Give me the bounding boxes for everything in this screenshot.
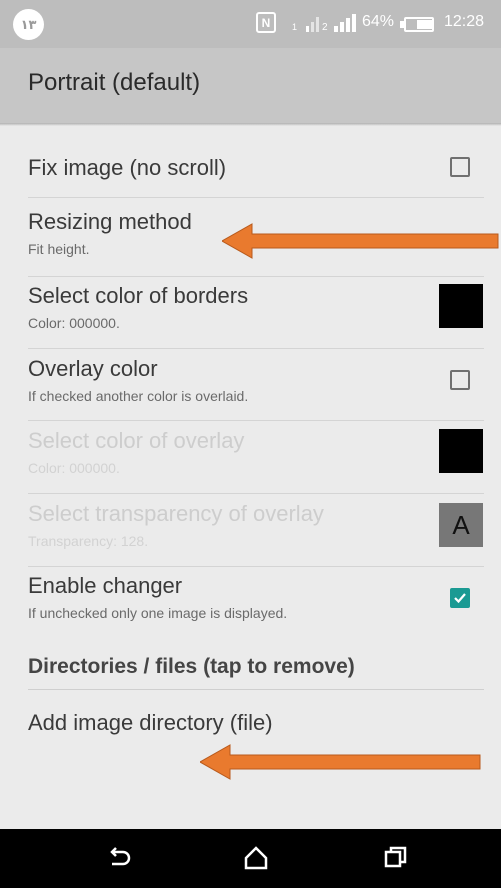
screen-header: Portrait (default) — [0, 48, 501, 123]
battery-fill — [417, 20, 432, 29]
pref-title: Fix image (no scroll) — [28, 155, 227, 180]
pref-fix-image[interactable]: Fix image (no scroll) — [28, 155, 468, 181]
overlay-color-checkbox[interactable] — [450, 370, 470, 390]
page-title: Portrait (default) — [28, 69, 201, 96]
signal-strength-icon: 2 — [322, 14, 356, 32]
pref-title: Select color of borders — [28, 283, 249, 308]
pref-title: Add image directory (file) — [28, 710, 273, 735]
home-icon[interactable] — [241, 843, 271, 873]
pref-summary: Color: 000000. — [28, 315, 120, 331]
back-icon[interactable] — [104, 843, 134, 873]
transparency-tile: A — [439, 503, 483, 547]
pref-overlay-color[interactable]: Overlay color If checked another color i… — [28, 356, 468, 404]
category-directories: Directories / files (tap to remove) — [28, 655, 355, 678]
battery-percent: 64% — [362, 13, 395, 30]
clock: 12:28 — [444, 13, 485, 30]
pref-summary: Color: 000000. — [28, 460, 120, 476]
svg-text:2: 2 — [322, 22, 328, 32]
annotation-arrow-icon — [200, 744, 481, 780]
checkmark-icon — [454, 593, 466, 604]
pref-enable-changer[interactable]: Enable changer If unchecked only one ima… — [28, 573, 468, 621]
pref-title: Overlay color — [28, 356, 158, 381]
navigation-bar — [0, 829, 501, 888]
pref-border-color[interactable]: Select color of borders Color: 000000. — [28, 283, 468, 331]
pref-summary: Transparency: 128. — [28, 533, 149, 549]
divider — [28, 493, 484, 494]
battery-icon — [404, 17, 434, 32]
pref-title: Select color of overlay — [28, 428, 245, 453]
nfc-icon: N — [256, 12, 276, 33]
status-bar: ١٣ N 1 2 64% 12:28 — [0, 0, 501, 48]
add-image-directory[interactable]: Add image directory (file) — [28, 710, 468, 736]
recents-icon[interactable] — [381, 843, 411, 873]
divider — [28, 566, 484, 567]
header-shadow — [0, 123, 501, 126]
divider — [28, 348, 484, 349]
pref-overlay-color-select: Select color of overlay Color: 000000. — [28, 428, 468, 476]
svg-text:1: 1 — [292, 22, 297, 32]
pref-overlay-transparency: Select transparency of overlay Transpare… — [28, 501, 468, 549]
divider — [28, 276, 484, 277]
divider — [28, 197, 484, 198]
signal-icon: 1 — [292, 17, 319, 32]
overlay-color-swatch — [439, 429, 483, 473]
pref-summary: If unchecked only one image is displayed… — [28, 605, 288, 621]
fix-image-checkbox[interactable] — [450, 157, 470, 177]
annotation-arrow-icon — [222, 223, 499, 259]
notification-badge: ١٣ — [13, 9, 44, 40]
pref-title: Enable changer — [28, 573, 183, 598]
border-color-swatch[interactable] — [439, 284, 483, 328]
pref-summary: If checked another color is overlaid. — [28, 388, 249, 404]
enable-changer-checkbox[interactable] — [450, 588, 470, 608]
category-divider — [28, 689, 484, 690]
pref-title: Select transparency of overlay — [28, 501, 324, 526]
divider — [28, 420, 484, 421]
